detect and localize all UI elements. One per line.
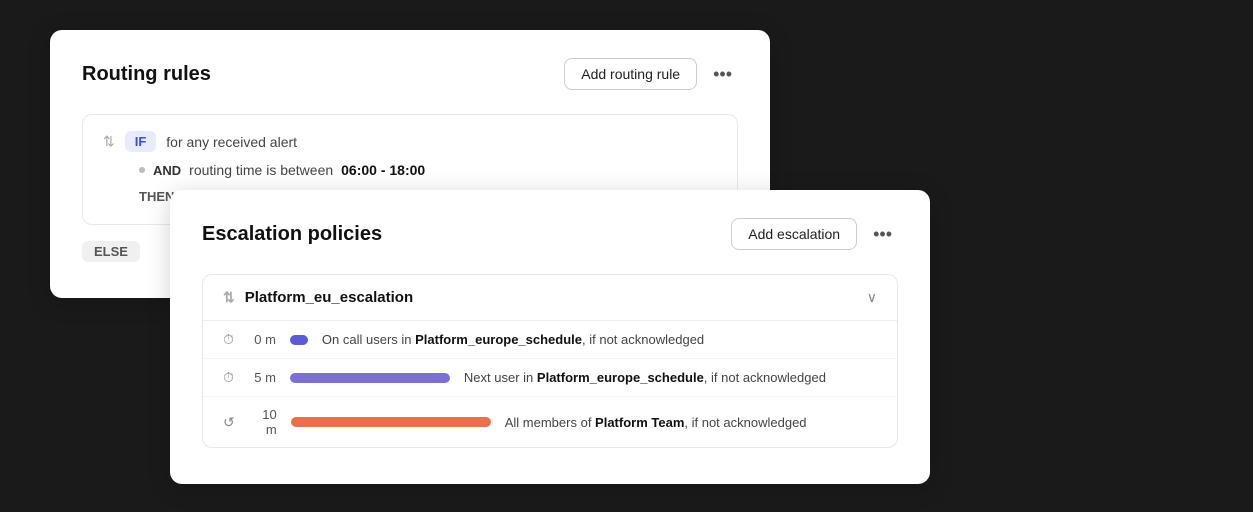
step-time: 0 m (248, 332, 276, 347)
add-routing-rule-button[interactable]: Add routing rule (564, 58, 697, 90)
step-bar-container (291, 417, 491, 427)
and-dot (139, 167, 145, 173)
step-time: 5 m (248, 370, 276, 385)
escalation-policies-card: Escalation policies Add escalation ••• ⇅… (170, 190, 930, 484)
if-badge: IF (125, 131, 157, 152)
routing-header: Routing rules Add routing rule ••• (82, 58, 738, 90)
add-escalation-button[interactable]: Add escalation (731, 218, 857, 250)
routing-more-button[interactable]: ••• (707, 60, 738, 89)
routing-header-actions: Add routing rule ••• (564, 58, 738, 90)
step-description: All members of Platform Team, if not ack… (505, 415, 877, 430)
step-bar-container (290, 373, 450, 383)
for-any-text: for any received alert (166, 134, 297, 150)
table-row: ⏱ 5 m Next user in Platform_europe_schedul… (203, 359, 897, 397)
escalation-more-button[interactable]: ••• (867, 220, 898, 249)
step-description: Next user in Platform_europe_schedule, i… (464, 370, 877, 385)
and-badge: AND (153, 163, 181, 178)
escalation-list: ⇅ Platform_eu_escalation ∨ ⏱ 0 m On call u… (202, 274, 898, 448)
step-time: 10 m (249, 407, 277, 437)
step-bar-container (290, 335, 308, 345)
step-bar (290, 335, 308, 345)
drag-icon[interactable]: ⇅ (103, 133, 115, 150)
time-range: 06:00 - 18:00 (341, 162, 425, 178)
table-row: ↺ 10 m All members of Platform Team, if no… (203, 397, 897, 447)
step-description: On call users in Platform_europe_schedul… (322, 332, 877, 347)
escalation-header: Escalation policies Add escalation ••• (202, 218, 898, 250)
clock-icon: ⏱ (223, 369, 234, 386)
escalation-item-header[interactable]: ⇅ Platform_eu_escalation ∨ (203, 275, 897, 321)
routing-title: Routing rules (82, 63, 211, 86)
escalation-title: Escalation policies (202, 223, 382, 246)
escalation-item-title: ⇅ Platform_eu_escalation (223, 289, 413, 306)
step-bar (291, 417, 491, 427)
else-badge: ELSE (82, 241, 140, 262)
clock-icon: ⏱ (223, 331, 234, 348)
escalation-header-actions: Add escalation ••• (731, 218, 898, 250)
table-row: ⏱ 0 m On call users in Platform_europe_sch… (203, 321, 897, 359)
chevron-down-icon[interactable]: ∨ (867, 289, 877, 306)
routing-condition-text: routing time is between (189, 162, 333, 178)
if-row: ⇅ IF for any received alert (103, 131, 717, 152)
escalation-policy-name: Platform_eu_escalation (245, 289, 413, 306)
history-icon: ↺ (223, 414, 235, 431)
and-row: AND routing time is between 06:00 - 18:0… (139, 162, 717, 178)
escalation-drag-icon[interactable]: ⇅ (223, 289, 235, 306)
step-bar (290, 373, 450, 383)
